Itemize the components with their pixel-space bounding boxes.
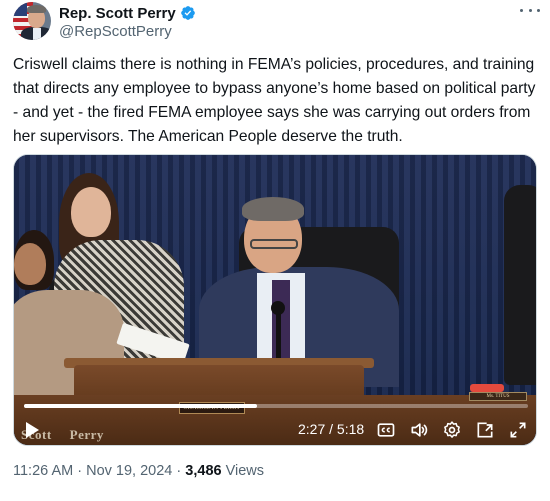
- author-name-row: Rep. Scott Perry: [59, 4, 196, 22]
- video-controls: 2:27 / 5:18: [14, 413, 536, 445]
- picture-in-picture-icon[interactable]: [475, 420, 495, 440]
- tweet-time[interactable]: 11:26 AM: [13, 463, 73, 479]
- settings-gear-icon[interactable]: [442, 420, 462, 440]
- red-cup: [470, 384, 504, 392]
- nameplate-titus: Ms. TITUS: [469, 392, 527, 401]
- volume-icon[interactable]: [409, 420, 429, 440]
- video-player[interactable]: CHAIRMAN PERRY Ms. TITUS Scott Perry 2:27…: [13, 154, 537, 446]
- tweet-meta: 11:26 AM · Nov 19, 2024 · 3,486 Views: [13, 463, 264, 479]
- avatar[interactable]: [13, 2, 51, 40]
- meta-separator-2: ·: [176, 463, 182, 479]
- microphone-head: [271, 301, 285, 315]
- views-label: Views: [225, 463, 265, 479]
- video-progress-bar[interactable]: [24, 404, 528, 408]
- more-options-icon[interactable]: [520, 4, 540, 16]
- tweet-date[interactable]: Nov 19, 2024: [86, 463, 172, 479]
- video-progress-fill: [24, 404, 257, 408]
- chair-right: [504, 185, 536, 385]
- verified-badge-icon: [180, 6, 195, 20]
- tweet-card: Rep. Scott Perry @RepScottPerry Criswell…: [0, 0, 550, 501]
- views-count: 3,486: [185, 463, 222, 479]
- play-icon[interactable]: [26, 422, 39, 438]
- author-display-name[interactable]: Rep. Scott Perry: [59, 5, 176, 22]
- author-handle[interactable]: @RepScottPerry: [59, 23, 172, 40]
- closed-captions-icon[interactable]: [376, 420, 396, 440]
- tweet-text: Criswell claims there is nothing in FEMA…: [13, 56, 536, 145]
- video-time: 2:27 / 5:18: [298, 421, 365, 437]
- fullscreen-icon[interactable]: [508, 420, 528, 440]
- meta-separator: ·: [77, 463, 83, 479]
